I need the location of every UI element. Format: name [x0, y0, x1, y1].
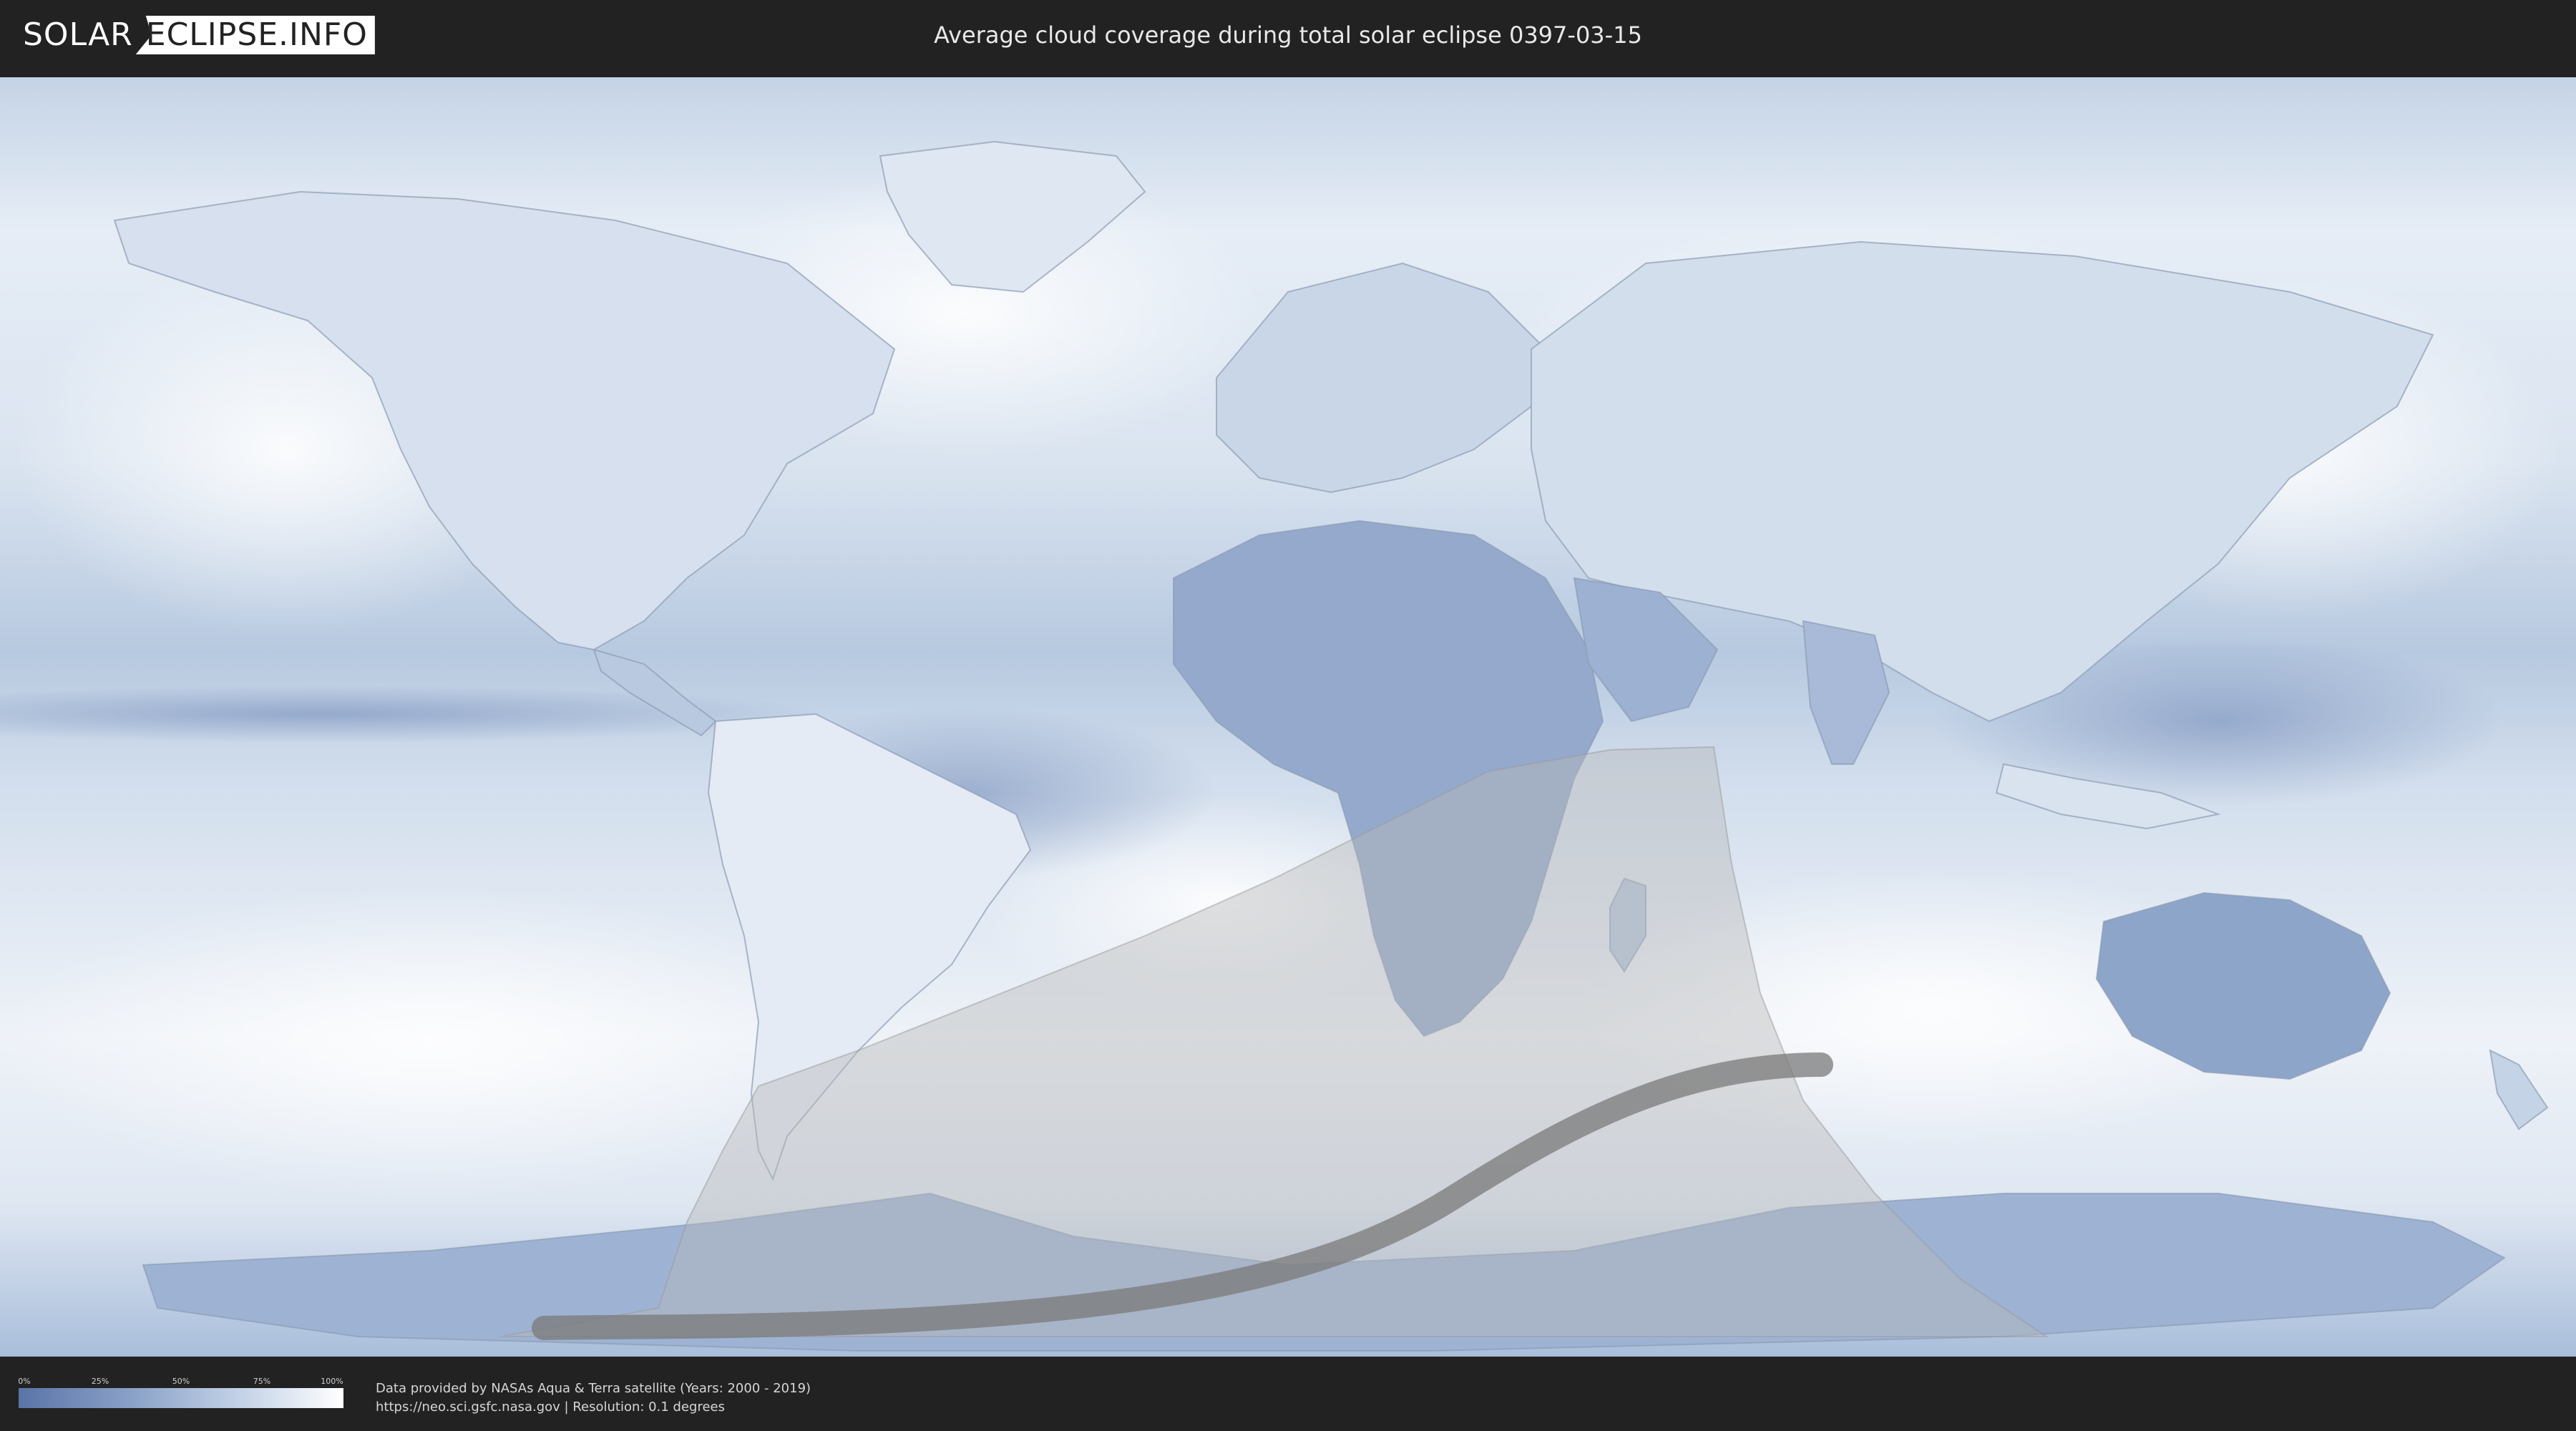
page-title: Average cloud coverage during total sola…: [934, 21, 1642, 49]
footer-bar: 0% 25% 50% 75% 100% Data provided by NAS…: [0, 1359, 2576, 1431]
cloud-coverage-legend: 0% 25% 50% 75% 100%: [18, 1377, 343, 1408]
legend-tick-75: 75%: [253, 1377, 271, 1386]
legend-tick-0: 0%: [18, 1377, 31, 1386]
legend-ticks: 0% 25% 50% 75% 100%: [18, 1377, 343, 1388]
credit-line-source: Data provided by NASAs Aqua & Terra sate…: [376, 1381, 811, 1396]
credit-line-url[interactable]: https://neo.sci.gsfc.nasa.gov | Resoluti…: [376, 1398, 811, 1417]
page: SOLAR ECLIPSE.INFO Average cloud coverag…: [0, 0, 2576, 1431]
header-bar: SOLAR ECLIPSE.INFO Average cloud coverag…: [0, 0, 2576, 72]
data-credits: Data provided by NASAs Aqua & Terra sate…: [376, 1379, 811, 1417]
legend-tick-25: 25%: [91, 1377, 109, 1386]
legend-tick-50: 50%: [172, 1377, 190, 1386]
cloud-coverage-map: [0, 77, 2576, 1357]
legend-color-bar: [19, 1388, 343, 1408]
legend-tick-100: 100%: [321, 1377, 343, 1386]
